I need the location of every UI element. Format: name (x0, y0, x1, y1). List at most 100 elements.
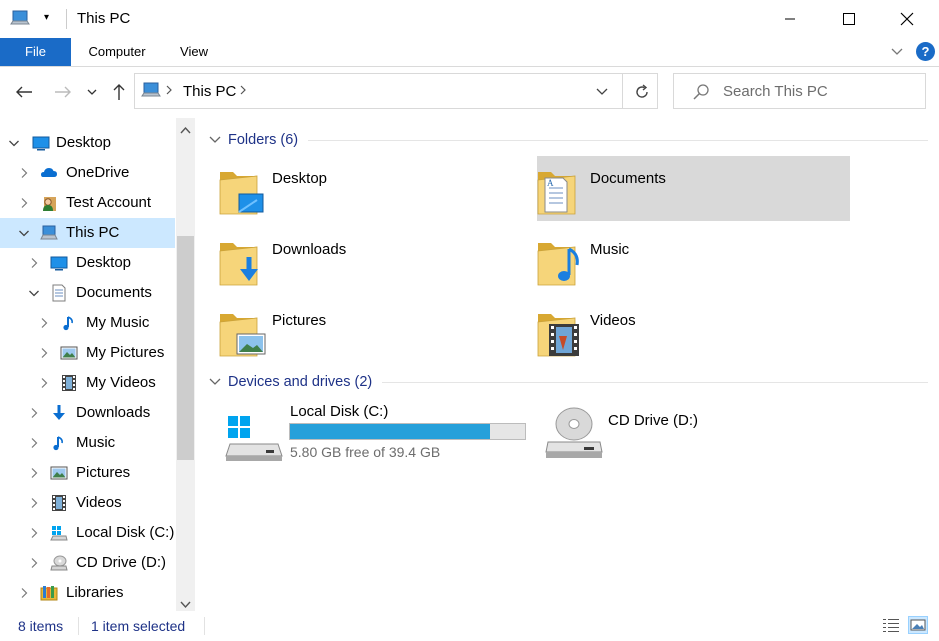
breadcrumb-this-pc[interactable]: This PC (183, 83, 236, 100)
drive-icon (50, 524, 68, 542)
nav-item[interactable]: Local Disk (C:) (0, 518, 175, 548)
folder-label: Documents (590, 170, 666, 187)
nav-item[interactable]: OneDrive (0, 158, 175, 188)
breadcrumb-chevron-icon[interactable] (165, 83, 173, 102)
navigation-pane: Desktop OneDrive Test Account This PC Deskto… (0, 118, 196, 611)
collapsed-chevron-icon[interactable] (18, 197, 30, 209)
nav-item[interactable]: Test Account (0, 188, 175, 218)
drive-label: Local Disk (C:) (290, 403, 389, 420)
collapsed-chevron-icon[interactable] (38, 347, 50, 359)
documents-icon (50, 284, 68, 302)
back-button[interactable] (11, 78, 37, 106)
status-bar: 8 items 1 item selected (0, 611, 939, 641)
folders-group-header[interactable]: Folders (6) (208, 130, 928, 150)
collapsed-chevron-icon[interactable] (28, 527, 40, 539)
large-icons-view-icon[interactable] (908, 616, 928, 634)
collapsed-chevron-icon[interactable] (28, 557, 40, 569)
tab-view[interactable]: View (168, 38, 220, 66)
folder-tile[interactable]: A Documents (537, 156, 850, 221)
refresh-icon[interactable] (633, 83, 651, 106)
cd-drive-icon (544, 404, 604, 465)
address-dropdown-icon[interactable] (595, 85, 609, 103)
onedrive-icon (40, 164, 58, 182)
desktop-folder-icon (217, 164, 265, 216)
nav-item[interactable]: My Music (0, 308, 175, 338)
details-view-icon[interactable] (882, 617, 900, 636)
nav-item[interactable]: CD Drive (D:) (0, 548, 175, 578)
quick-access-dropdown-icon[interactable]: ▾ (44, 12, 49, 23)
collapsed-chevron-icon[interactable] (28, 497, 40, 509)
nav-item[interactable]: Music (0, 428, 175, 458)
search-box[interactable]: Search This PC (673, 73, 926, 109)
drives-group-header[interactable]: Devices and drives (2) (208, 372, 928, 392)
nav-item[interactable]: Desktop (0, 248, 175, 278)
tab-file[interactable]: File (0, 38, 71, 66)
up-button[interactable] (106, 78, 132, 106)
nav-item[interactable]: Desktop (0, 128, 175, 158)
nav-item-label: Videos (76, 494, 122, 511)
cd-drive-icon (50, 554, 68, 572)
desktop-icon (50, 254, 68, 272)
folder-tile[interactable]: Desktop (219, 156, 532, 221)
address-bar[interactable]: This PC (134, 73, 658, 109)
nav-item-label: Desktop (76, 254, 132, 271)
drive-tile-cd[interactable]: CD Drive (D:) (540, 398, 850, 468)
folder-tile[interactable]: Music (537, 227, 850, 292)
folder-tile[interactable]: Downloads (219, 227, 532, 292)
collapsed-chevron-icon[interactable] (28, 467, 40, 479)
selection-count: 1 item selected (91, 618, 186, 634)
folder-label: Music (590, 241, 630, 258)
user-icon (40, 194, 58, 212)
folder-label: Downloads (272, 241, 347, 258)
nav-item[interactable]: Videos (0, 488, 175, 518)
computer-icon (141, 82, 161, 105)
collapsed-chevron-icon[interactable] (18, 167, 30, 179)
documents-folder-icon: A (535, 164, 583, 216)
desktop-icon (32, 134, 50, 152)
tab-computer[interactable]: Computer (80, 38, 154, 66)
title-bar: ▾ This PC (0, 0, 939, 38)
collapsed-chevron-icon[interactable] (38, 377, 50, 389)
nav-scroll-thumb[interactable] (177, 236, 194, 460)
nav-item[interactable]: Downloads (0, 398, 175, 428)
collapse-chevron-icon[interactable] (208, 134, 222, 146)
scroll-up-icon[interactable] (180, 122, 191, 140)
expanded-chevron-icon[interactable] (8, 137, 20, 149)
nav-item-label: Documents (76, 284, 152, 301)
libraries-icon (40, 584, 58, 602)
recent-locations-button[interactable] (82, 78, 102, 106)
ribbon-expand-icon[interactable] (890, 44, 904, 63)
collapse-chevron-icon[interactable] (208, 376, 222, 388)
computer-icon (40, 224, 58, 242)
collapsed-chevron-icon[interactable] (28, 437, 40, 449)
status-separator (204, 617, 205, 635)
music-icon (60, 314, 78, 332)
forward-button[interactable] (50, 78, 76, 106)
nav-item-label: My Music (86, 314, 150, 331)
expanded-chevron-icon[interactable] (28, 287, 40, 299)
downloads-folder-icon (217, 235, 265, 287)
drive-usage-fill (290, 424, 491, 439)
drive-tile-local-disk[interactable]: Local Disk (C:) 5.80 GB free of 39.4 GB (222, 398, 532, 468)
expanded-chevron-icon[interactable] (18, 227, 30, 239)
collapsed-chevron-icon[interactable] (28, 407, 40, 419)
nav-item-label: This PC (66, 224, 120, 241)
videos-icon (50, 494, 68, 512)
folder-tile[interactable]: Videos (537, 298, 850, 363)
close-button[interactable] (884, 0, 930, 38)
collapsed-chevron-icon[interactable] (18, 587, 30, 599)
nav-item[interactable]: Pictures (0, 458, 175, 488)
minimize-button[interactable] (767, 0, 813, 38)
nav-item[interactable]: My Videos (0, 368, 175, 398)
folder-tile[interactable]: Pictures (219, 298, 532, 363)
breadcrumb-chevron-icon[interactable] (239, 83, 247, 102)
maximize-button[interactable] (826, 0, 872, 38)
help-icon[interactable]: ? (916, 42, 935, 61)
drive-usage-bar (289, 423, 526, 440)
collapsed-chevron-icon[interactable] (38, 317, 50, 329)
nav-item[interactable]: This PC (0, 218, 175, 248)
nav-item[interactable]: My Pictures (0, 338, 175, 368)
nav-item[interactable]: Documents (0, 278, 175, 308)
collapsed-chevron-icon[interactable] (28, 257, 40, 269)
nav-item[interactable]: Libraries (0, 578, 175, 608)
